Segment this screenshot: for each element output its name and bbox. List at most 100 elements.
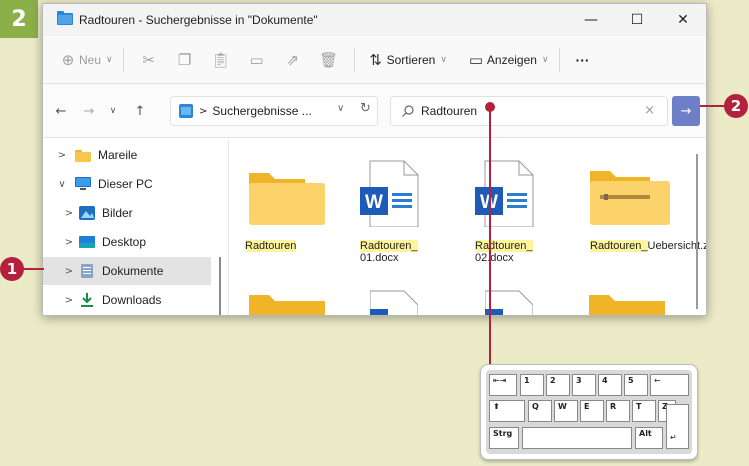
breadcrumb: Suchergebnisse ... [212,104,312,118]
plus-circle-icon: ⊕ [61,50,75,69]
file-item-docx-02[interactable]: W Radtouren_02.docx [459,139,555,279]
sort-button[interactable]: ⇅ Sortieren ∨ [365,44,447,76]
key-q: Q [528,400,552,422]
nav-item-pictures[interactable]: > Bilder [43,199,211,227]
forward-arrow-icon[interactable]: → [79,101,99,121]
share-icon[interactable]: ⇗ [278,45,308,75]
new-label: Neu [79,52,102,67]
nav-item-desktop[interactable]: > Desktop [43,228,211,256]
key-4: 4 [598,374,622,396]
address-row: ← → ∨ ↑ > Suchergebnisse ... ∨ ↻ Radtour… [43,84,706,138]
nav-item-label: Dieser PC [98,177,153,191]
breadcrumb-separator-icon: > [199,105,208,117]
next-row-word-document-icon [485,290,533,315]
cut-icon[interactable]: ✂ [134,45,164,75]
command-bar: ⊕ Neu ∨ ✂ ❐ 📋︎ ▭ ⇗ 🗑︎ ⇅ Sortieren ∨ ▭ An… [43,36,706,84]
nav-item-documents[interactable]: > Dokumente [43,257,211,285]
nav-item-label: Mareile [98,148,138,162]
expand-icon[interactable]: > [59,208,79,219]
expand-icon[interactable]: > [59,266,79,277]
nav-item-mareile[interactable]: > Mareile [43,141,211,169]
file-name: Radtouren_ 02.docx [475,240,533,264]
recent-chevron-icon[interactable]: ∨ [103,101,123,121]
tab-key: ⇤⇥ [489,374,517,396]
refresh-icon[interactable]: ↻ [360,101,371,116]
address-bar[interactable]: > Suchergebnisse ... [170,96,378,126]
file-item-zip[interactable]: Radtouren_Uebersicht.zip [574,139,706,279]
callout-line [22,268,44,270]
window-title: Radtouren - Suchergebnisse in "Dokumente… [79,13,318,27]
download-icon [79,293,95,307]
ctrl-key: Strg [489,427,519,449]
minimize-button[interactable]: — [568,4,614,36]
callout-marker-two: 2 [724,94,748,118]
nav-item-this-pc[interactable]: ∨ Dieser PC [43,170,211,198]
search-go-button[interactable]: → [672,96,700,126]
search-icon [401,104,415,121]
chevron-down-icon: ∨ [541,54,549,65]
copy-icon[interactable]: ❐ [170,45,200,75]
expand-icon[interactable]: > [59,295,79,306]
more-button[interactable]: ··· [570,44,596,76]
key-2: 2 [546,374,570,396]
folder-icon [57,10,73,30]
backspace-key: ← [650,374,689,396]
alt-key: Alt [635,427,663,449]
chevron-down-icon: ∨ [106,54,113,65]
title-bar: Radtouren - Suchergebnisse in "Dokumente… [43,4,706,36]
delete-icon[interactable]: 🗑︎ [314,45,344,75]
up-arrow-icon[interactable]: ↑ [130,101,150,121]
desktop-icon [79,235,95,249]
clear-icon[interactable]: × [644,103,655,118]
view-icon: ▭ [468,50,483,69]
key-1: 1 [520,374,544,396]
zip-folder-icon [590,171,670,225]
shift-key: ⬆ [489,400,525,422]
paste-icon[interactable]: 📋︎ [206,45,236,75]
next-row-word-document-icon [370,290,418,315]
nav-item-label: Bilder [102,206,133,220]
expand-icon[interactable]: > [59,237,79,248]
next-row-folder-icon [589,295,665,315]
file-name: Radtouren [245,240,297,252]
word-document-icon: W [360,160,419,227]
close-button[interactable]: ✕ [660,4,706,36]
view-label: Anzeigen [486,52,537,67]
explorer-window: Radtouren - Suchergebnisse in "Dokumente… [42,3,707,316]
separator [122,47,124,72]
nav-item-downloads[interactable]: > Downloads [43,286,211,314]
callout-line [700,105,726,107]
sort-icon: ⇅ [369,50,382,69]
address-dropdown-icon[interactable]: ∨ [337,103,344,114]
nav-item-label: Downloads [102,293,162,307]
maximize-button[interactable]: ☐ [614,4,660,36]
new-button[interactable]: ⊕ Neu ∨ [57,44,113,76]
separator [558,47,560,72]
nav-scrollbar[interactable] [219,257,221,315]
keyboard-illustration: ⇤⇥ 1 2 3 4 5 ← ⬆ Q W E R T Z Strg Alt ↵ [480,364,698,460]
content-scrollbar[interactable] [696,154,698,309]
key-r: R [606,400,630,422]
file-view: Radtouren W Radtouren_01.docx W Radtoure… [228,139,706,315]
file-item-folder[interactable]: Radtouren [229,139,325,279]
search-value: Radtouren [421,104,478,118]
chevron-down-icon: ∨ [440,54,447,65]
next-row-folder-icon [249,295,325,315]
key-3: 3 [572,374,596,396]
pictures-icon [79,206,95,220]
rename-icon[interactable]: ▭ [242,45,272,75]
key-t: T [632,400,656,422]
step-badge: 2 [0,0,38,38]
file-name: Radtouren_Uebersicht.zip [590,240,706,252]
collapse-icon[interactable]: ∨ [49,179,75,190]
more-icon: ··· [575,51,590,68]
separator [353,47,355,72]
search-input[interactable]: Radtouren × [390,96,668,126]
spacebar [522,427,632,449]
file-item-docx-01[interactable]: W Radtouren_ 01.docx [344,139,440,279]
svg-text:W: W [365,192,383,213]
folder-icon [249,173,325,225]
back-arrow-icon[interactable]: ← [51,101,71,121]
expand-icon[interactable]: > [49,150,75,161]
view-button[interactable]: ▭ Anzeigen ∨ [465,44,549,76]
